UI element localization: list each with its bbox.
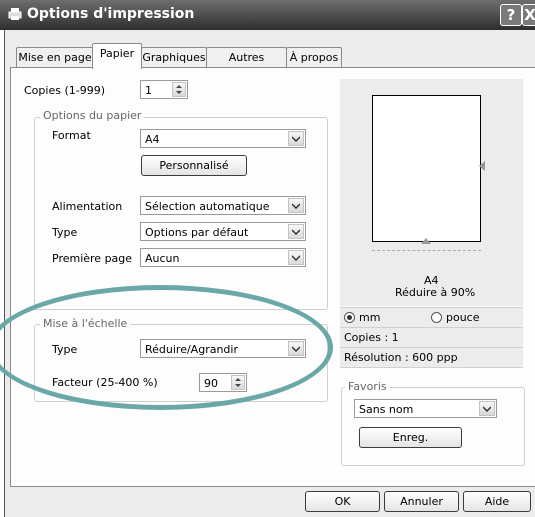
copies-spinner[interactable]: 1 (140, 80, 188, 99)
resolution-info: Résolution : 600 ppp (344, 351, 458, 364)
first-page-label: Première page (52, 252, 133, 265)
arrow-left-icon (479, 161, 485, 171)
resolution-info-row: Résolution : 600 ppp (340, 347, 523, 368)
radio-selected-dot (347, 315, 352, 320)
chevron-down-icon (292, 202, 300, 209)
pouce-radio[interactable] (431, 312, 442, 323)
ok-button[interactable]: OK (305, 491, 380, 512)
first-page-dropdown-button[interactable] (288, 250, 304, 265)
type-dropdown-button[interactable] (288, 224, 304, 239)
title-bar: Options d'impression ? X (0, 0, 535, 30)
save-favorite-button[interactable]: Enreg. (359, 427, 462, 448)
cancel-button[interactable]: Annuler (384, 491, 459, 512)
help-title-button[interactable]: ? (500, 4, 522, 26)
copies-value: 1 (145, 84, 152, 97)
source-select[interactable]: Sélection automatique (140, 196, 306, 215)
favorites-value: Sans nom (359, 403, 414, 416)
type-select[interactable]: Options par défaut (140, 222, 306, 241)
format-value: A4 (145, 133, 160, 146)
favorites-dropdown-button[interactable] (479, 401, 495, 416)
scale-text: Réduire à 90% (395, 286, 476, 299)
tab-a-propos[interactable]: À propos (286, 47, 342, 68)
source-label: Alimentation (52, 200, 123, 213)
preview-divider (372, 250, 481, 252)
type-value: Options par défaut (145, 226, 249, 239)
chevron-down-icon (292, 254, 300, 261)
chevron-down-icon (483, 405, 491, 412)
window-title: Options d'impression (27, 6, 195, 22)
copies-label: Copies (1-999) (24, 84, 105, 97)
tab-mise-en-page[interactable]: Mise en page (16, 47, 94, 68)
source-value: Sélection automatique (145, 200, 270, 213)
favorites-title: Favoris (345, 380, 390, 393)
help-button[interactable]: Aide (463, 491, 531, 512)
format-dropdown-button[interactable] (288, 131, 304, 146)
chevron-down-icon (292, 135, 300, 142)
type-label: Type (52, 226, 78, 239)
first-page-select[interactable]: Aucun (140, 248, 306, 267)
chevron-down-icon (292, 228, 300, 235)
tab-papier[interactable]: Papier (92, 43, 142, 69)
pouce-label: pouce (446, 311, 480, 324)
source-dropdown-button[interactable] (288, 198, 304, 213)
favorites-select[interactable]: Sans nom (354, 399, 497, 418)
personnalise-button[interactable]: Personnalisé (141, 155, 247, 176)
mm-label: mm (359, 311, 381, 324)
print-options-window: Options d'impression ? X Mise en page Pa… (0, 0, 535, 517)
format-label: Format (52, 129, 91, 142)
printer-icon (8, 8, 22, 20)
copies-info-row: Copies : 1 (340, 327, 523, 347)
tab-graphiques[interactable]: Graphiques (141, 47, 207, 68)
paper-preview (372, 95, 481, 242)
mm-radio[interactable] (344, 312, 355, 323)
format-select[interactable]: A4 (140, 129, 306, 148)
copies-info: Copies : 1 (344, 331, 399, 344)
close-title-button[interactable]: X (522, 4, 535, 26)
arrow-up-icon (421, 238, 431, 244)
spin-arrows-icon (176, 85, 182, 94)
highlight-ellipse (0, 285, 333, 410)
first-page-value: Aucun (145, 252, 180, 265)
paper-options-title: Options du papier (40, 109, 145, 122)
copies-spin-buttons[interactable] (172, 82, 186, 97)
tab-autres-options[interactable]: Autres options (206, 47, 287, 84)
